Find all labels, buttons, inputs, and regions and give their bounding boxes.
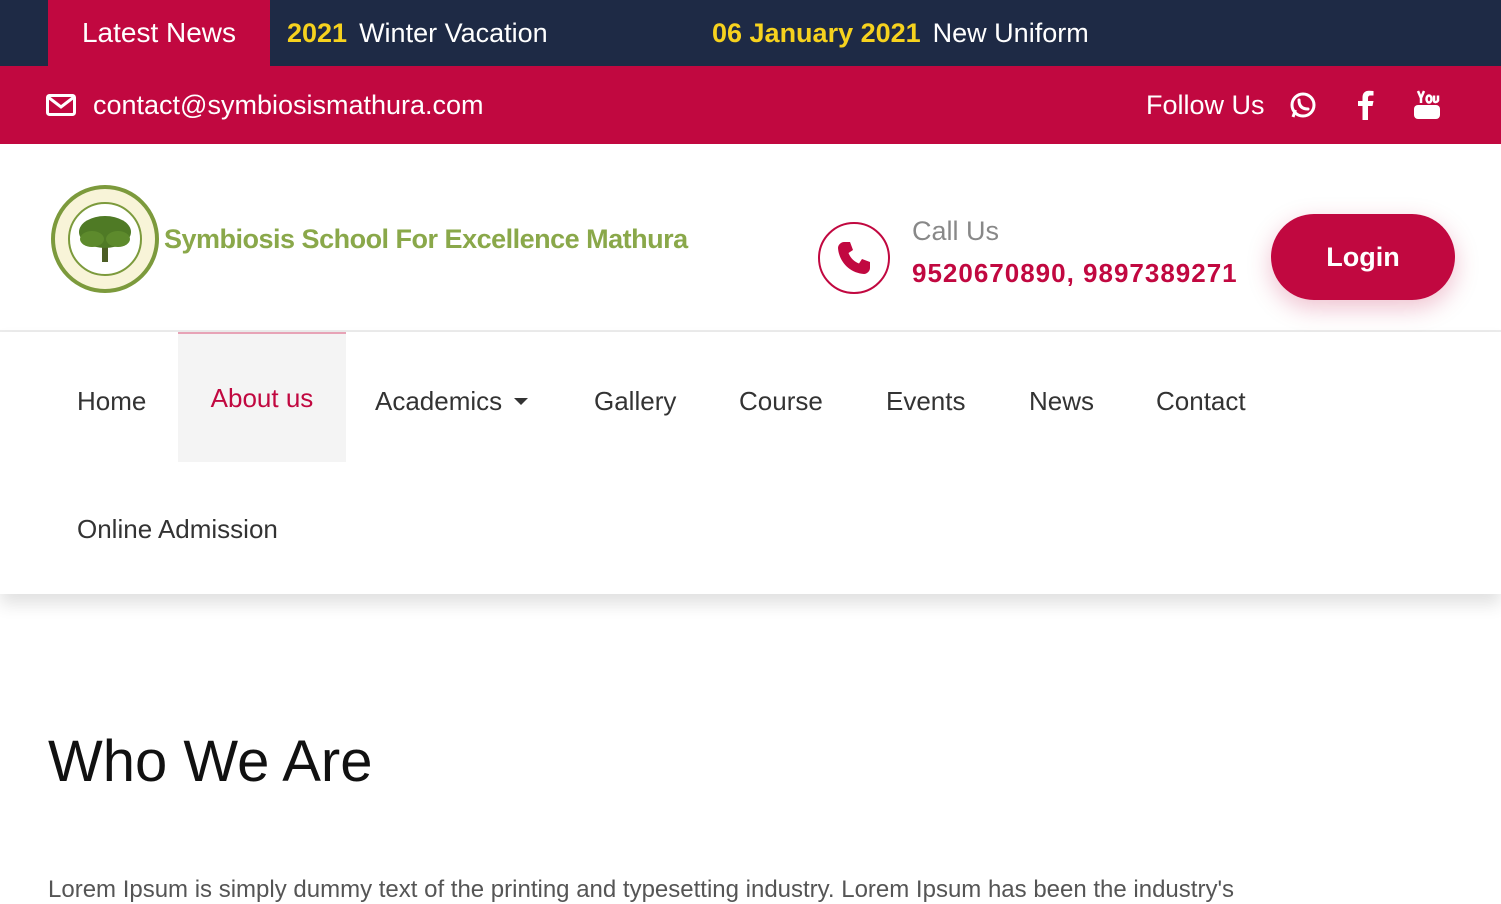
facebook-icon[interactable] bbox=[1350, 90, 1380, 120]
nav-item-about-us[interactable]: About us bbox=[178, 332, 346, 462]
phone-numbers[interactable]: 9520670890, 9897389271 bbox=[912, 258, 1238, 289]
page-title: Who We Are bbox=[48, 729, 373, 794]
ticker-item[interactable]: 2021 Winter Vacation bbox=[287, 0, 548, 66]
ticker-item-date: 06 January 2021 bbox=[712, 17, 921, 48]
nav-item-gallery[interactable]: Gallery bbox=[594, 336, 676, 466]
nav-item-academics[interactable]: Academics bbox=[375, 336, 529, 466]
school-logo[interactable] bbox=[50, 184, 160, 294]
ticker-item-date: 2021 bbox=[287, 17, 348, 48]
follow-us-label: Follow Us bbox=[1146, 89, 1265, 120]
phone-icon bbox=[818, 222, 890, 294]
latest-news-label: Latest News bbox=[48, 0, 270, 66]
nav-item-home[interactable]: Home bbox=[77, 336, 146, 466]
main-nav: Home About us Academics Gallery Course E… bbox=[0, 332, 1501, 594]
login-button[interactable]: Login bbox=[1271, 214, 1455, 300]
whatsapp-icon[interactable] bbox=[1288, 90, 1318, 120]
youtube-icon[interactable] bbox=[1412, 90, 1442, 120]
mail-icon bbox=[46, 94, 76, 116]
school-name: Symbiosis School For Excellence Mathura bbox=[164, 224, 688, 254]
contact-email-link[interactable]: contact@symbiosismathura.com bbox=[93, 66, 484, 144]
nav-item-news[interactable]: News bbox=[1029, 336, 1094, 466]
nav-item-label: Academics bbox=[375, 385, 503, 416]
caret-down-icon bbox=[514, 397, 529, 405]
contact-bar: contact@symbiosismathura.com Follow Us bbox=[0, 66, 1501, 144]
nav-item-online-admission[interactable]: Online Admission bbox=[77, 464, 278, 594]
call-us-label: Call Us bbox=[912, 216, 1000, 246]
ticker-item[interactable]: 06 January 2021 New Uniform bbox=[712, 0, 1089, 66]
ticker-item-text: Winter Vacation bbox=[359, 17, 548, 48]
nav-item-events[interactable]: Events bbox=[886, 336, 966, 466]
nav-item-contact[interactable]: Contact bbox=[1156, 336, 1246, 466]
site-header: Symbiosis School For Excellence Mathura … bbox=[0, 144, 1501, 332]
nav-item-course[interactable]: Course bbox=[739, 336, 823, 466]
ticker-item-text: New Uniform bbox=[932, 17, 1089, 48]
news-ticker: Latest News 2021 Winter Vacation 06 Janu… bbox=[0, 0, 1501, 66]
